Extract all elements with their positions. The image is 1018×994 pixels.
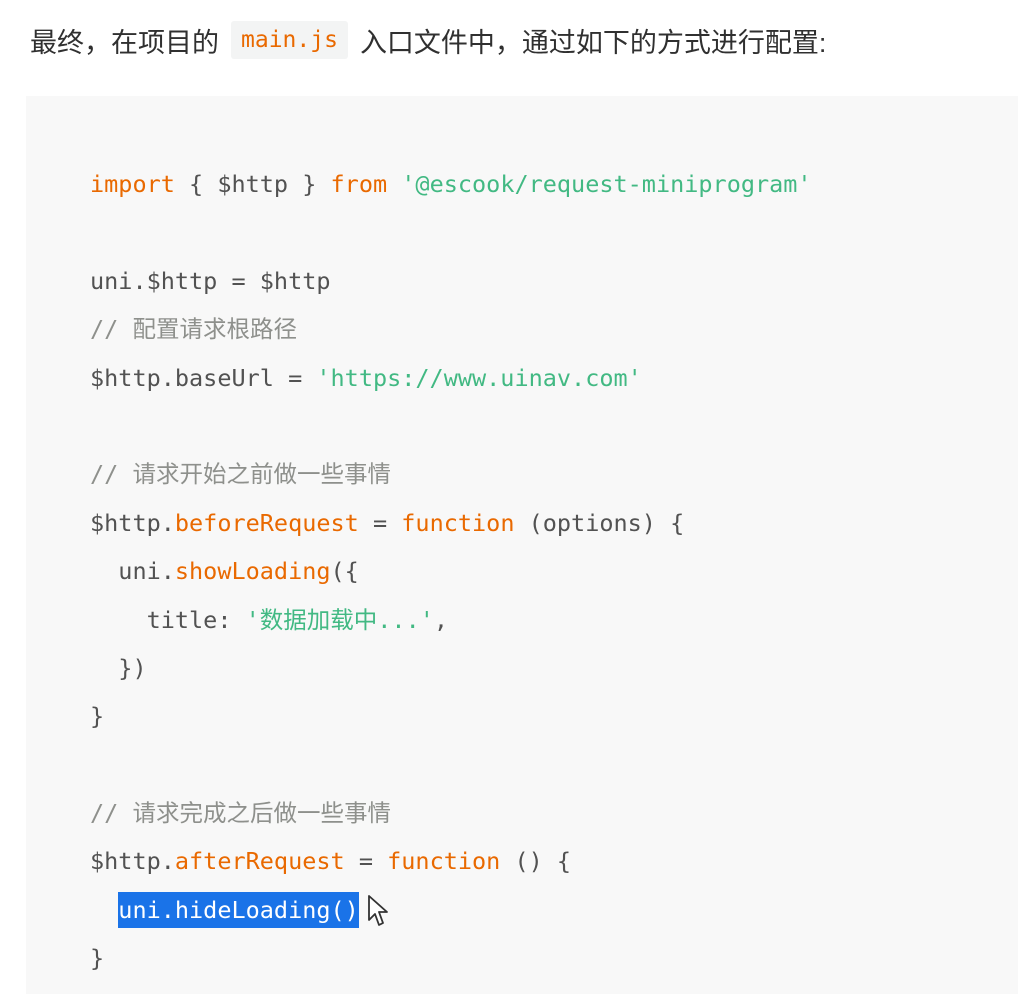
plain-token: $http.baseUrl = [90, 363, 317, 392]
code-block[interactable]: import { $http } from '@escook/request-m… [26, 96, 1018, 994]
string-token: 'https://www.uinav.com' [316, 363, 642, 392]
code-line-baseurl: $http.baseUrl = 'https://www.uinav.com' [90, 354, 812, 402]
comment-token: // 请求完成之后做一些事情 [90, 799, 391, 828]
keyword-token: import [90, 170, 175, 198]
indent-token [90, 896, 118, 924]
plain-token: , [433, 605, 449, 634]
keyword-token: from [330, 170, 388, 198]
intro-text-before: 最终，在项目的 [30, 27, 219, 58]
plain-token: } [90, 702, 105, 731]
plain-token: () { [500, 847, 572, 876]
code-line-after-request: $http.afterRequest = function () { [90, 837, 812, 885]
intro-paragraph: 最终，在项目的 main.js 入口文件中，通过如下的方式进行配置: [30, 14, 826, 66]
code-line-assign-http: uni.$http = $http [90, 257, 812, 305]
plain-token: { $http } [174, 170, 331, 198]
plain-token: uni. [90, 557, 175, 586]
string-token: '@escook/request-miniprogram' [401, 170, 812, 198]
code-line-comment: // 请求开始之前做一些事情 [90, 450, 812, 498]
selected-text[interactable]: uni.hideLoading() [118, 891, 359, 928]
intro-text-after: 入口文件中，通过如下的方式进行配置: [359, 27, 827, 58]
mouse-pointer-icon [367, 895, 388, 927]
plain-token: $http. [90, 508, 175, 537]
code-line-close-call: }) [90, 644, 812, 692]
plain-token: $http. [90, 847, 175, 876]
code-line-import: import { $http } from '@escook/request-m… [90, 160, 812, 208]
code-line-hide-loading: uni.hideLoading() [90, 886, 812, 934]
plain-token: }) [90, 653, 147, 682]
plain-token: = [358, 508, 402, 537]
code-line-before-request: $http.beforeRequest = function (options)… [90, 499, 812, 547]
plain-token: ({ [330, 557, 359, 586]
code-line-show-loading: uni.showLoading({ [90, 547, 812, 595]
code-line-close-brace: } [90, 692, 812, 740]
code-line-comment: // 请求完成之后做一些事情 [90, 789, 812, 837]
plain-token: } [90, 944, 105, 973]
keyword-token: function [387, 847, 501, 876]
plain-token: (options) { [514, 508, 685, 537]
code-content[interactable]: import { $http } from '@escook/request-m… [90, 160, 812, 983]
string-token: '数据加载中...' [245, 605, 434, 634]
code-line-title: title: '数据加载中...', [90, 596, 812, 644]
comment-token: // 请求开始之前做一些事情 [90, 460, 391, 489]
plain-token: = [344, 847, 388, 876]
code-line-comment: // 配置请求根路径 [90, 305, 812, 353]
property-token: afterRequest [174, 847, 345, 876]
plain-token: uni.$http = $http [90, 266, 331, 295]
inline-code-filename: main.js [231, 21, 348, 59]
plain-token: title: [90, 605, 246, 634]
comment-token: // 配置请求根路径 [90, 315, 297, 344]
property-token: showLoading [174, 557, 331, 586]
property-token: beforeRequest [174, 508, 359, 537]
keyword-token: function [401, 508, 515, 537]
code-line-close-brace: } [90, 934, 812, 982]
